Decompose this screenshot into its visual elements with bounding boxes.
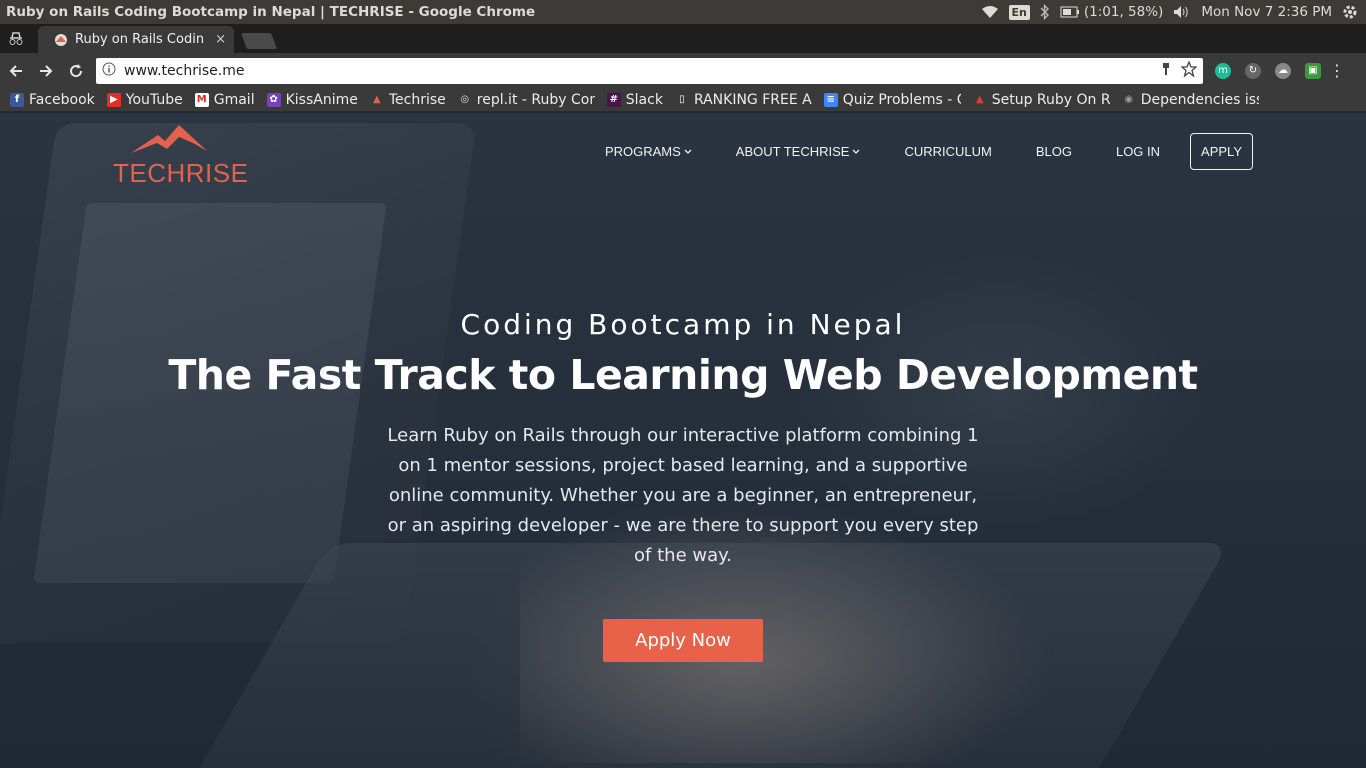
apply-now-button[interactable]: Apply Now [603, 619, 763, 662]
replit-icon: ◎ [457, 92, 472, 107]
gmail-icon: M [194, 92, 209, 107]
bookmark-star-icon[interactable] [1180, 59, 1198, 81]
clock[interactable]: Mon Nov 7 2:36 PM [1201, 4, 1332, 20]
nav-log-in[interactable]: LOG IN [1094, 144, 1182, 159]
bookmark-quiz-problems[interactable]: ≡ Quiz Problems - C [823, 92, 961, 108]
site-header: TECHRISE PROGRAMS ABOUT TECHRISE CURRICU… [0, 113, 1366, 203]
tab-close-button[interactable]: × [215, 32, 226, 47]
bookmark-ranking[interactable]: ▯ RANKING FREE A [674, 92, 812, 108]
extension-m-icon[interactable]: m [1215, 62, 1231, 79]
techrise-icon: ▲ [369, 92, 384, 107]
warning-triangle-icon: ▲ [972, 92, 987, 107]
back-button[interactable] [2, 57, 30, 85]
bookmark-kissanime[interactable]: ✿ KissAnime [266, 92, 358, 108]
youtube-icon: ▶ [106, 92, 121, 107]
forward-arrow-icon [40, 64, 53, 77]
nav-curriculum[interactable]: CURRICULUM [882, 144, 1013, 159]
bookmark-youtube[interactable]: ▶ YouTube [106, 92, 183, 108]
system-indicators: En (1:01, 58%) Mon Nov 7 2:36 PM [981, 4, 1366, 20]
site-info-icon[interactable] [102, 62, 116, 80]
wifi-icon[interactable] [981, 5, 999, 19]
nav-blog[interactable]: BLOG [1014, 144, 1094, 159]
reload-icon [70, 63, 83, 77]
tab-active[interactable]: Ruby on Rails Codin × [38, 26, 234, 53]
new-tab-button[interactable] [241, 33, 277, 49]
incognito-icon [0, 24, 32, 53]
window-title: Ruby on Rails Coding Bootcamp in Nepal |… [6, 4, 536, 20]
extensions-area: m ↻ ☁ ▣ [1215, 62, 1321, 79]
battery-indicator[interactable]: (1:01, 58%) [1060, 4, 1163, 20]
os-top-bar: Ruby on Rails Coding Bootcamp in Nepal |… [0, 0, 1366, 24]
bookmark-slack[interactable]: # Slack [606, 92, 663, 108]
address-bar[interactable]: www.techrise.me [96, 57, 1203, 84]
battery-text: (1:01, 58%) [1083, 4, 1164, 20]
google-docs-icon: ≡ [823, 92, 838, 107]
web-page: TECHRISE PROGRAMS ABOUT TECHRISE CURRICU… [0, 113, 1366, 768]
settings-gear-icon[interactable] [1342, 4, 1358, 20]
chevron-down-icon [684, 149, 692, 154]
hero-description: Learn Ruby on Rails through our interact… [387, 425, 979, 566]
document-icon: ▯ [674, 92, 689, 107]
bookmarks-bar: f Facebook ▶ YouTube M Gmail ✿ KissAnime ▲ Te… [0, 88, 1366, 112]
hero-section: Coding Bootcamp in Nepal The Fast Track … [0, 308, 1366, 662]
bookmark-techrise[interactable]: ▲ Techrise [369, 92, 446, 108]
techrise-logo-text[interactable]: TECHRISE [113, 158, 248, 189]
main-navigation: PROGRAMS ABOUT TECHRISE CURRICULUM BLOG … [583, 133, 1253, 170]
bookmark-replit[interactable]: ◎ repl.it - Ruby Com [457, 92, 595, 108]
nav-about-techrise[interactable]: ABOUT TECHRISE [714, 144, 883, 159]
chevron-down-icon [852, 149, 860, 154]
key-icon[interactable] [1161, 62, 1171, 80]
back-arrow-icon [9, 64, 22, 77]
hero-title: The Fast Track to Learning Web Developme… [168, 351, 1198, 399]
extension-cloud-icon[interactable]: ☁ [1275, 62, 1291, 79]
browser-tab-strip: Ruby on Rails Codin × [0, 24, 1366, 53]
bluetooth-icon[interactable] [1040, 4, 1050, 20]
battery-icon [1060, 6, 1079, 18]
bookmark-setup-ruby[interactable]: ▲ Setup Ruby On R [972, 92, 1110, 108]
extension-sync-icon[interactable]: ↻ [1245, 62, 1261, 79]
forward-button[interactable] [32, 57, 60, 85]
extension-green-icon[interactable]: ▣ [1305, 62, 1321, 79]
slack-icon: # [606, 92, 621, 107]
nav-programs[interactable]: PROGRAMS [583, 144, 714, 159]
reload-button[interactable] [62, 57, 90, 85]
bookmark-gmail[interactable]: M Gmail [194, 92, 255, 108]
chrome-menu-icon[interactable]: ⋮ [1329, 61, 1345, 80]
volume-icon[interactable] [1173, 5, 1191, 19]
nav-apply-button[interactable]: APPLY [1190, 133, 1253, 170]
keyboard-language-indicator[interactable]: En [1008, 4, 1030, 20]
kissanime-icon: ✿ [266, 92, 281, 107]
bookmark-facebook[interactable]: f Facebook [10, 92, 95, 108]
url-text[interactable]: www.techrise.me [124, 63, 1161, 79]
browser-toolbar: www.techrise.me m ↻ ☁ ▣ ⋮ [0, 53, 1366, 88]
tab-title: Ruby on Rails Codin [75, 32, 205, 47]
hero-subtitle: Coding Bootcamp in Nepal [460, 308, 906, 341]
facebook-icon: f [10, 92, 24, 107]
github-icon: ◉ [1121, 92, 1136, 107]
bookmark-dependencies[interactable]: ◉ Dependencies iss [1121, 92, 1259, 108]
techrise-favicon-icon [55, 33, 67, 46]
